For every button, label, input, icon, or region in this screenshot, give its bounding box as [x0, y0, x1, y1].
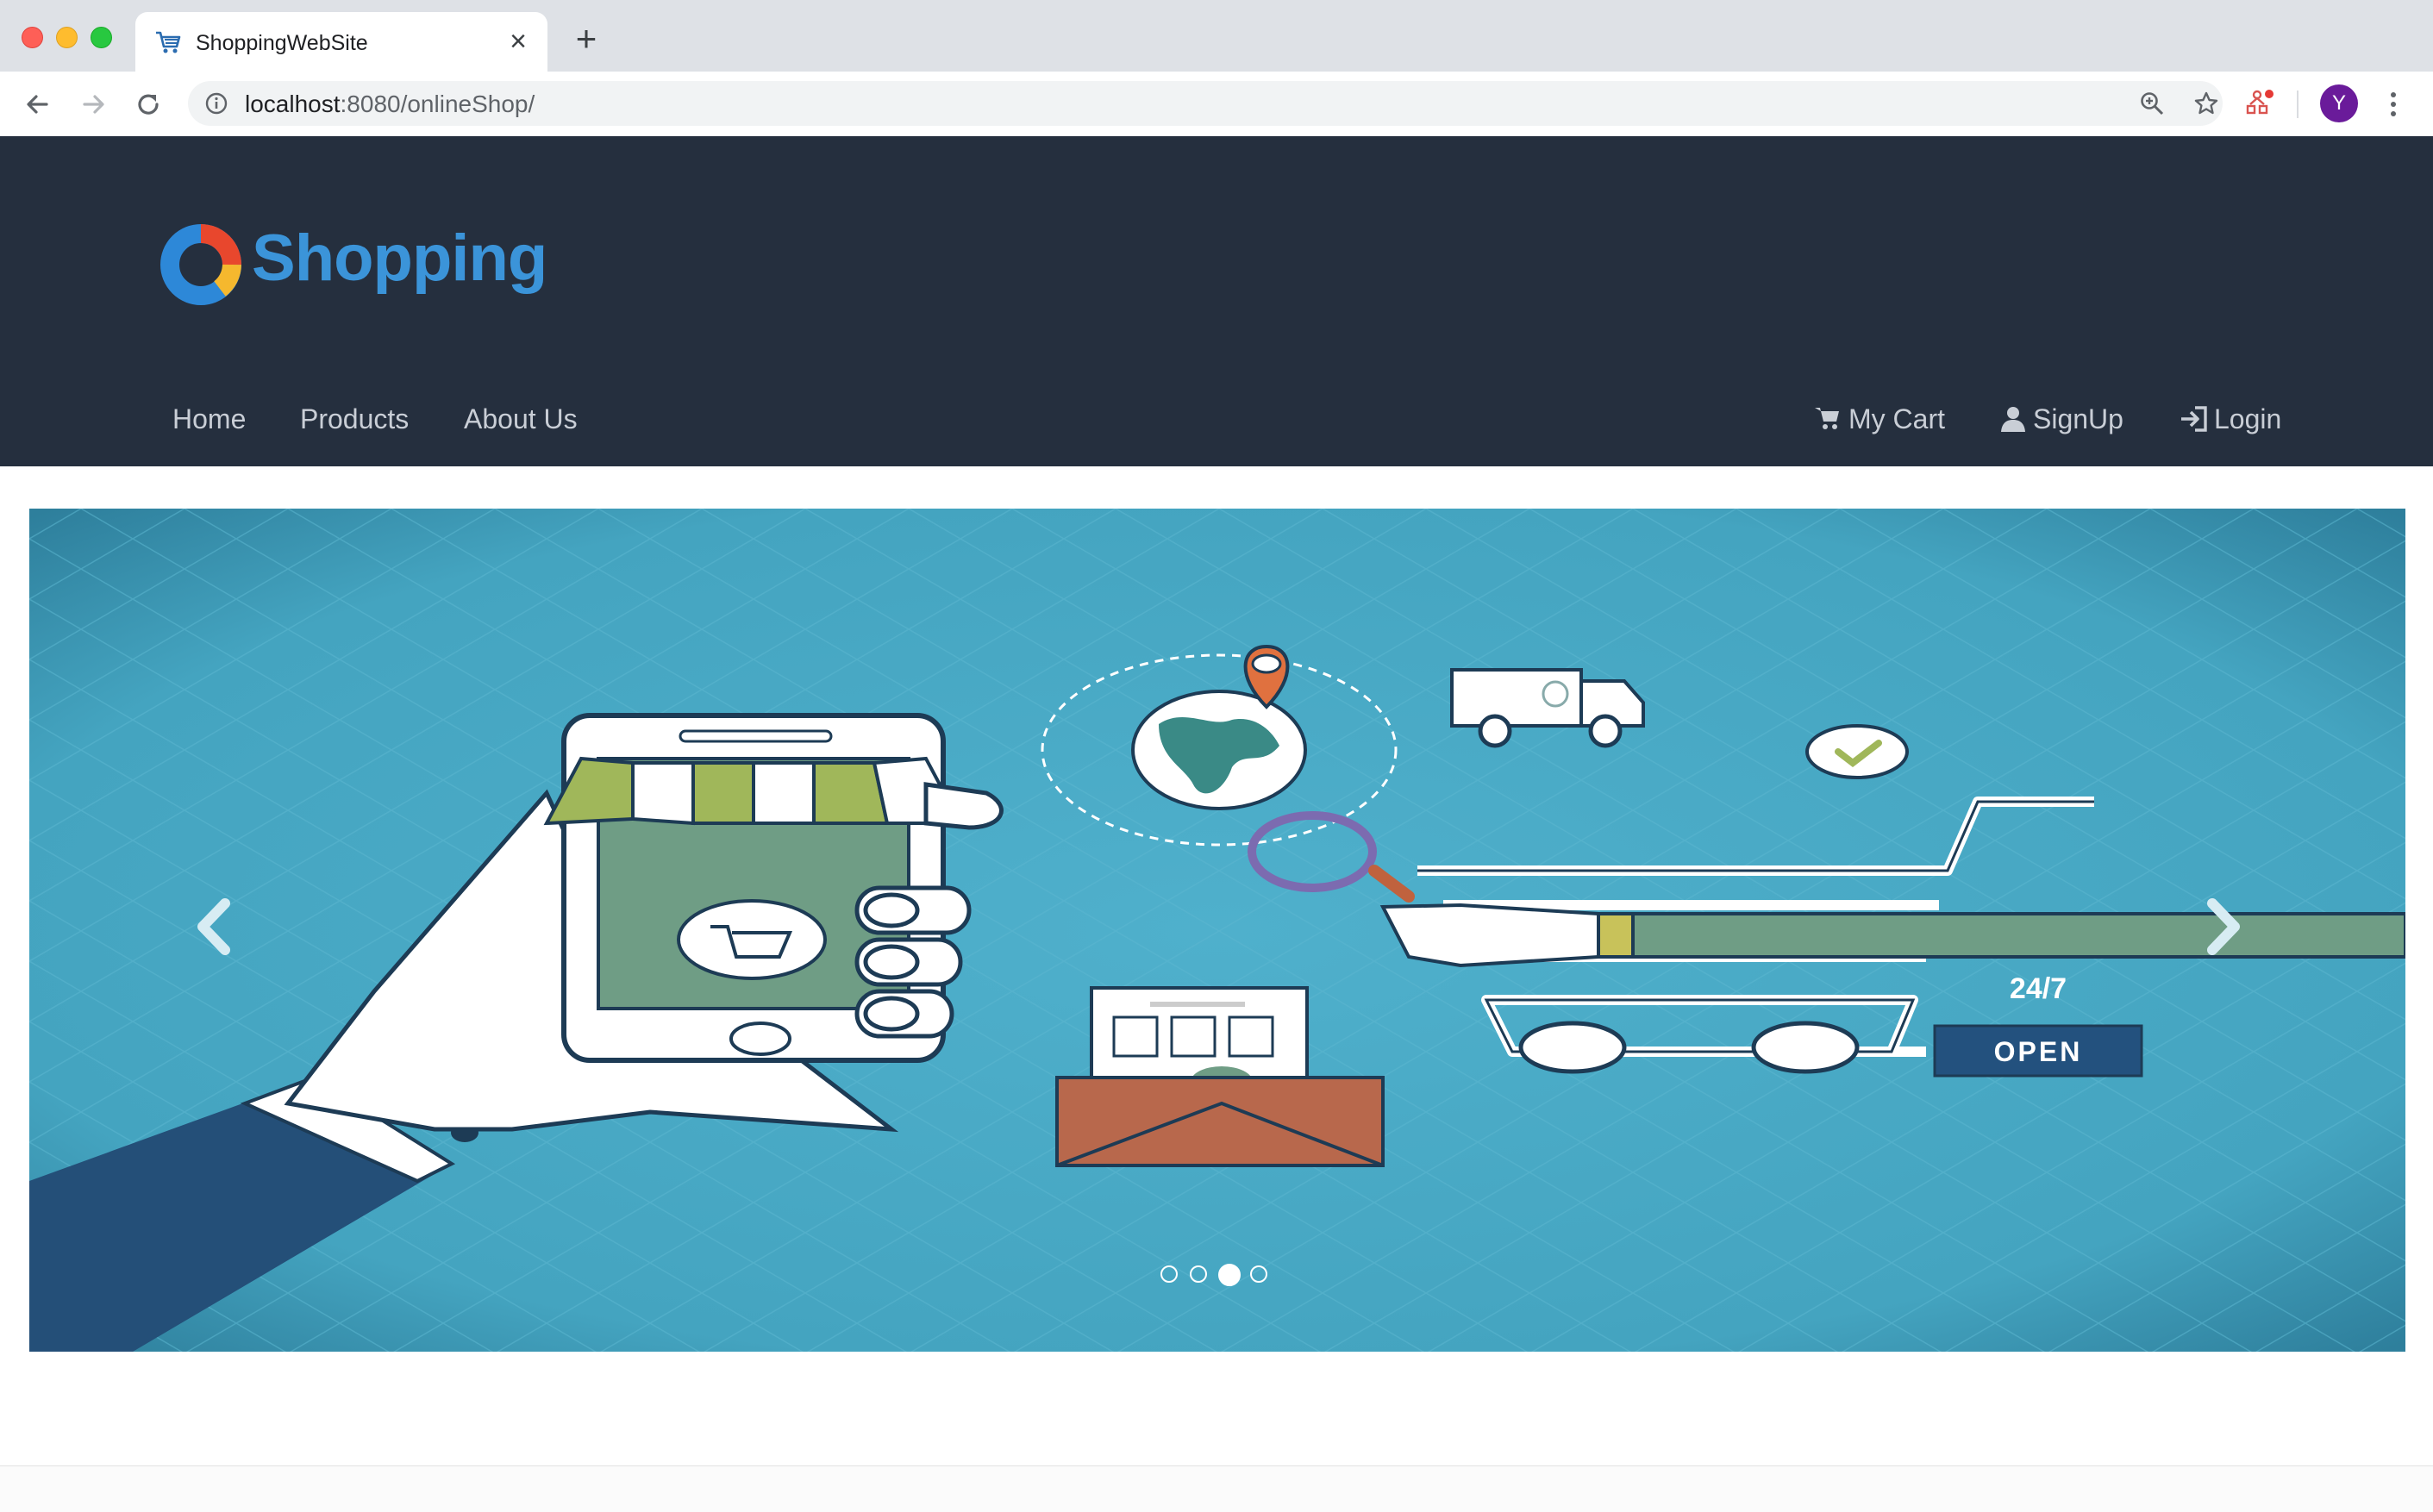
zoom-icon[interactable] [2139, 91, 2165, 116]
nav-home-link[interactable]: Home [172, 403, 246, 435]
extension-icon[interactable] [2243, 87, 2276, 120]
window-zoom-button[interactable] [91, 27, 112, 48]
cart-icon [1815, 408, 1839, 429]
nav-products-link[interactable]: Products [300, 403, 409, 435]
more-menu-icon[interactable] [2385, 89, 2402, 120]
my-cart-label: My Cart [1848, 403, 1945, 434]
logo-mark-icon[interactable] [159, 223, 242, 306]
login-link[interactable]: Login [2180, 403, 2287, 438]
browser-toolbar: localhost:8080/onlineShop/ Y [0, 72, 2433, 137]
nav-about-link[interactable]: About Us [464, 403, 578, 435]
signup-label: SignUp [2033, 403, 2123, 434]
window-minimize-button[interactable] [56, 27, 78, 48]
cart-icon [156, 31, 181, 53]
url-host: localhost [245, 91, 341, 117]
site-header: Shopping Home Products About Us My Cart … [0, 136, 2433, 466]
browser-tab[interactable]: ShoppingWebSite × [135, 12, 547, 72]
carousel-indicator-2[interactable] [1190, 1265, 1207, 1283]
signup-link[interactable]: SignUp [2000, 403, 2125, 438]
shopping-banner-image: 24/7 OPEN [29, 509, 2405, 1352]
carousel-indicator-4[interactable] [1250, 1265, 1267, 1283]
url-text[interactable]: localhost:8080/onlineShop/ [245, 91, 535, 118]
below-fold-area [0, 1466, 2433, 1512]
carousel-indicator-3[interactable] [1218, 1264, 1241, 1286]
user-icon [2001, 407, 2025, 432]
hero-carousel[interactable]: 24/7 OPEN [29, 509, 2405, 1352]
bookmark-star-icon[interactable] [2193, 91, 2219, 116]
profile-avatar[interactable]: Y [2320, 84, 2358, 122]
my-cart-link[interactable]: My Cart [1814, 403, 1945, 438]
plus-icon[interactable]: + [569, 21, 604, 57]
forward-arrow-icon[interactable] [76, 87, 110, 122]
tab-title: ShoppingWebSite [196, 31, 368, 55]
back-arrow-icon[interactable] [21, 87, 55, 122]
chevron-right-icon[interactable] [2197, 888, 2248, 965]
logo-text[interactable]: Shopping [252, 221, 547, 296]
chevron-left-icon[interactable] [189, 888, 241, 965]
close-icon[interactable]: × [503, 26, 534, 57]
login-icon [2181, 406, 2207, 432]
toolbar-separator [2297, 91, 2299, 118]
info-icon[interactable] [205, 92, 228, 115]
reload-icon[interactable] [131, 87, 166, 122]
url-path: :8080/onlineShop/ [340, 91, 535, 117]
browser-tab-strip: ShoppingWebSite × + [0, 0, 2433, 72]
hours-text: 24/7 [2010, 972, 2067, 1005]
window-close-button[interactable] [22, 27, 43, 48]
login-label: Login [2214, 403, 2282, 434]
open-sign-text: OPEN [1994, 1036, 2083, 1067]
carousel-indicator-1[interactable] [1160, 1265, 1178, 1283]
address-bar[interactable]: localhost:8080/onlineShop/ [188, 81, 2223, 126]
